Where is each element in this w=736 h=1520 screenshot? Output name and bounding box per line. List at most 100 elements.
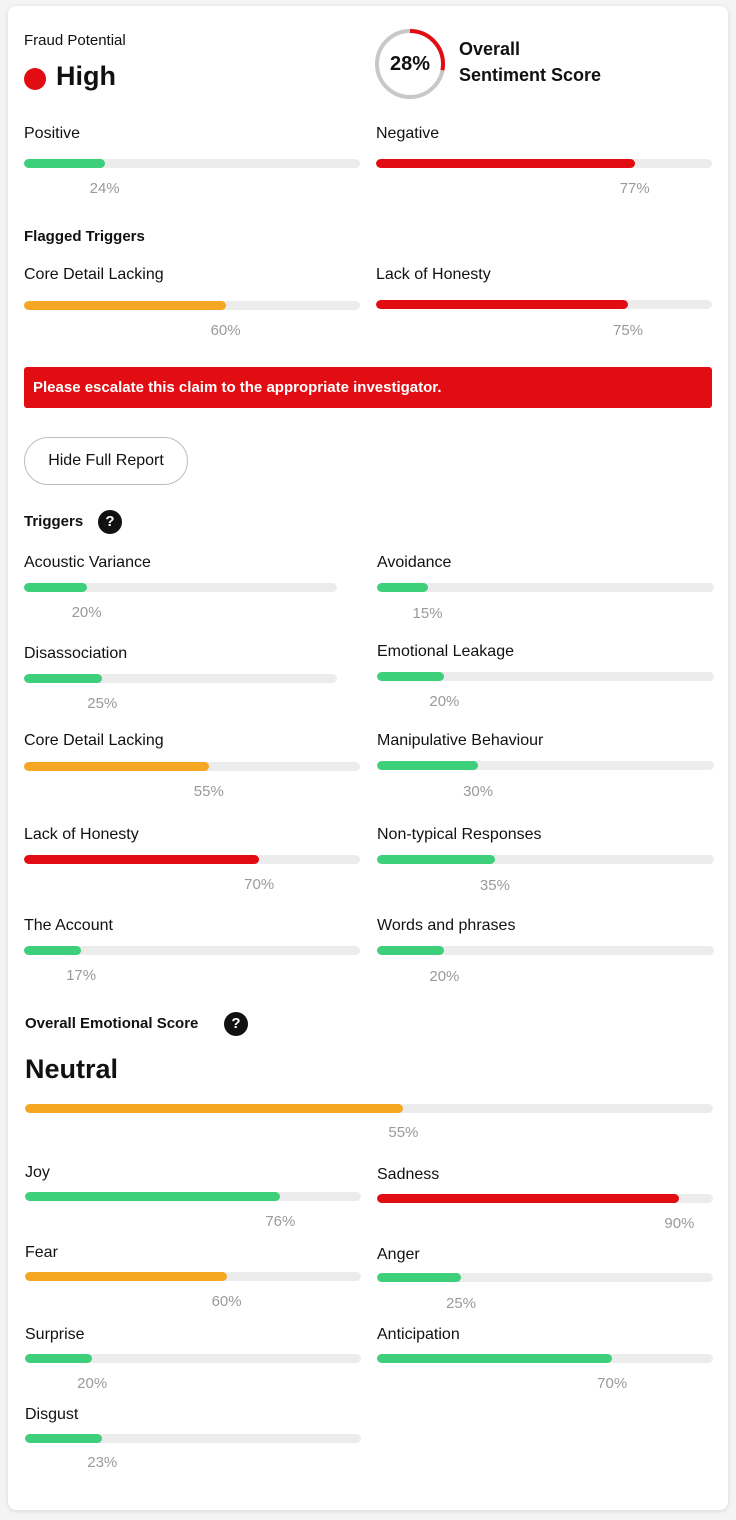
trigger-7-bar-fill: [377, 855, 495, 864]
trigger-7-bar-track: [377, 855, 714, 864]
escalation-banner: Please escalate this claim to the approp…: [24, 367, 712, 408]
flagged-lack-honesty-label: Lack of Honesty: [376, 266, 491, 283]
flagged-triggers-title: Flagged Triggers: [24, 228, 145, 245]
emotional-help-icon[interactable]: ?: [224, 1012, 248, 1036]
trigger-2-percent: 25%: [87, 695, 118, 712]
emotion-2-percent: 60%: [211, 1293, 242, 1310]
emotional-overall-bar-track: [25, 1104, 713, 1113]
emotional-overall-bar-fill: [25, 1104, 404, 1113]
negative-bar-fill: [376, 159, 635, 168]
emotion-6-percent: 23%: [87, 1454, 118, 1471]
trigger-1-bar-track: [377, 583, 714, 592]
sentiment-title: Overall Sentiment Score: [459, 36, 601, 88]
trigger-9-label: Words and phrases: [377, 917, 516, 934]
negative-label: Negative: [376, 125, 440, 142]
flagged-lack-honesty-percent: 75%: [612, 322, 644, 339]
trigger-6-percent: 70%: [244, 876, 275, 893]
trigger-2-bar-fill: [24, 674, 103, 683]
report-card: Fraud Potential High 28% Overall Sentime…: [8, 6, 728, 1510]
flagged-core-detail-bar-track: [24, 301, 360, 310]
trigger-8-percent: 17%: [66, 967, 97, 984]
fraud-level: High: [56, 61, 116, 91]
emotion-3-bar-fill: [377, 1273, 461, 1282]
trigger-2-bar-track: [24, 674, 337, 683]
flagged-lack-honesty-bar-fill: [376, 300, 628, 309]
trigger-4-bar-track: [24, 762, 360, 771]
positive-label: Positive: [24, 125, 81, 142]
trigger-9-bar-fill: [377, 946, 445, 955]
trigger-9-bar-track: [377, 946, 714, 955]
fraud-level-dot-icon: [24, 68, 46, 90]
trigger-1-bar-fill: [377, 583, 428, 592]
flagged-core-detail-bar-fill: [24, 301, 226, 310]
trigger-6-label: Lack of Honesty: [24, 826, 139, 843]
trigger-7-label: Non-typical Responses: [377, 826, 542, 843]
trigger-5-label: Manipulative Behaviour: [377, 732, 544, 749]
emotion-1-bar-track: [377, 1194, 713, 1203]
positive-bar-fill: [24, 159, 105, 168]
trigger-0-label: Acoustic Variance: [24, 554, 151, 571]
triggers-help-icon[interactable]: ?: [98, 510, 122, 534]
emotion-2-bar-fill: [25, 1272, 227, 1281]
emotion-1-bar-fill: [377, 1194, 680, 1203]
hide-full-report-button[interactable]: Hide Full Report: [24, 437, 188, 485]
flagged-core-detail-percent: 60%: [210, 322, 241, 339]
emotion-4-bar-fill: [25, 1354, 93, 1363]
trigger-1-label: Avoidance: [377, 554, 452, 571]
trigger-8-label: The Account: [24, 917, 113, 934]
trigger-6-bar-fill: [24, 855, 260, 864]
flagged-core-detail-label: Core Detail Lacking: [24, 266, 164, 283]
trigger-8-bar-fill: [24, 946, 82, 955]
emotion-6-bar-fill: [25, 1434, 103, 1443]
emotion-1-label: Sadness: [377, 1166, 440, 1183]
emotion-6-label: Disgust: [25, 1406, 79, 1423]
sentiment-score: 28%: [389, 53, 431, 75]
trigger-0-bar-track: [24, 583, 337, 592]
triggers-title: Triggers: [24, 513, 84, 530]
emotional-score-title: Overall Emotional Score: [25, 1015, 199, 1032]
sentiment-title-line2: Sentiment Score: [459, 65, 602, 85]
emotion-3-bar-track: [377, 1273, 713, 1282]
emotion-0-bar-track: [25, 1192, 361, 1201]
emotion-3-label: Anger: [377, 1246, 420, 1263]
emotion-5-label: Anticipation: [377, 1326, 460, 1343]
sentiment-title-line1: Overall: [459, 39, 521, 59]
positive-bar-track: [24, 159, 360, 168]
emotion-2-bar-track: [25, 1272, 361, 1281]
trigger-6-bar-track: [24, 855, 360, 864]
trigger-3-percent: 20%: [429, 693, 460, 710]
emotion-0-bar-fill: [25, 1192, 281, 1201]
flagged-lack-honesty-bar-track: [376, 300, 712, 309]
trigger-4-percent: 55%: [193, 783, 224, 800]
emotion-0-percent: 76%: [265, 1213, 296, 1230]
trigger-5-bar-fill: [377, 761, 479, 770]
negative-bar-track: [376, 159, 712, 168]
trigger-3-label: Emotional Leakage: [377, 643, 514, 660]
trigger-0-percent: 20%: [71, 604, 102, 621]
emotional-verdict: Neutral: [25, 1054, 119, 1084]
emotion-3-percent: 25%: [445, 1295, 477, 1312]
trigger-0-bar-fill: [24, 583, 87, 592]
trigger-9-percent: 20%: [429, 968, 460, 985]
trigger-8-bar-track: [24, 946, 360, 955]
trigger-1-percent: 15%: [412, 605, 443, 622]
trigger-3-bar-track: [377, 672, 714, 681]
positive-percent: 24%: [89, 180, 120, 197]
emotion-5-bar-track: [377, 1354, 713, 1363]
fraud-potential-label: Fraud Potential: [24, 32, 126, 49]
trigger-4-label: Core Detail Lacking: [24, 732, 164, 749]
emotion-6-bar-track: [25, 1434, 361, 1443]
trigger-5-percent: 30%: [463, 783, 494, 800]
emotion-0-label: Joy: [25, 1164, 50, 1181]
trigger-5-bar-track: [377, 761, 714, 770]
trigger-4-bar-fill: [24, 762, 209, 771]
negative-percent: 77%: [619, 180, 650, 197]
emotion-4-bar-track: [25, 1354, 361, 1363]
emotion-5-bar-fill: [377, 1354, 613, 1363]
emotion-4-percent: 20%: [77, 1375, 108, 1392]
emotion-1-percent: 90%: [664, 1215, 695, 1232]
trigger-3-bar-fill: [377, 672, 445, 681]
trigger-7-percent: 35%: [479, 877, 510, 894]
emotion-5-percent: 70%: [597, 1375, 628, 1392]
trigger-2-label: Disassociation: [24, 645, 128, 662]
